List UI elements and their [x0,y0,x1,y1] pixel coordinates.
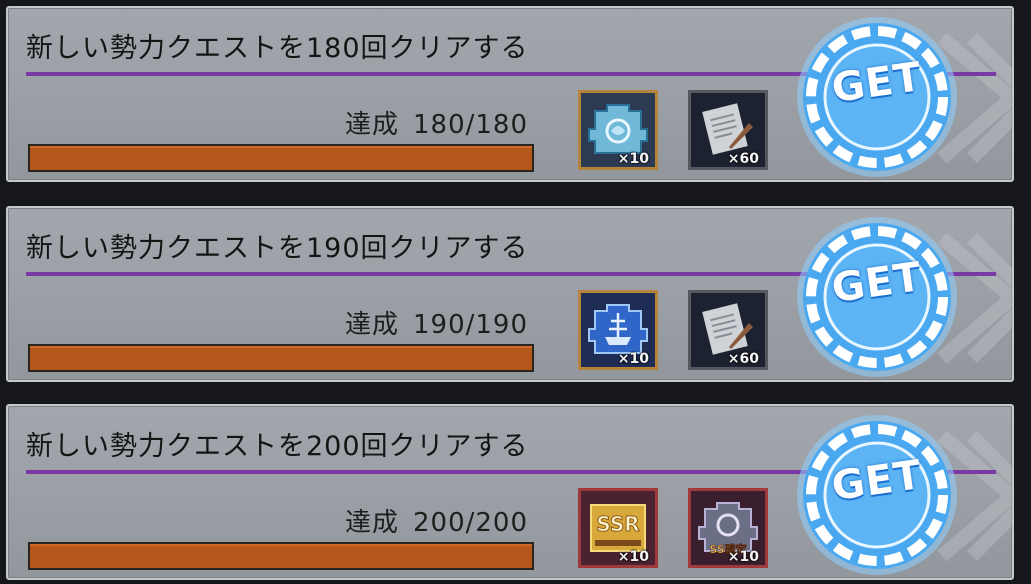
reward-quantity: ×10 [617,549,649,565]
get-reward-button[interactable]: GET [792,212,962,382]
get-reward-button[interactable]: GET [792,12,962,182]
progress-value: 190/190 [412,310,528,340]
progress-text: 達成 200/200 [345,502,528,539]
reward-quantity: ×10 [617,351,649,367]
ssr-badge-text: SSR [596,512,639,536]
reward-item[interactable]: ×10 [578,290,658,370]
reward-quantity: ×60 [727,351,759,367]
reward-item[interactable]: SS確定 ×10 [688,488,768,568]
progress-bar-fill [30,146,532,170]
progress-bar [28,542,534,570]
reward-item[interactable]: SSR ×10 [578,488,658,568]
reward-quantity: ×60 [727,151,759,167]
progress-value: 180/180 [412,110,528,140]
reward-item[interactable]: ×60 [688,290,768,370]
progress-text: 達成 180/180 [345,104,528,141]
get-reward-button[interactable]: GET [792,410,962,580]
quest-title: 新しい勢力クエストを190回クリアする [26,233,529,264]
reward-quantity: ×10 [617,151,649,167]
progress-label: 達成 [344,310,399,340]
progress-bar-fill [30,346,532,370]
quest-title: 新しい勢力クエストを180回クリアする [26,33,529,64]
progress-bar [28,344,534,372]
reward-quantity: ×10 [727,549,759,565]
reward-item[interactable]: ×10 [578,90,658,170]
reward-item[interactable]: ×60 [688,90,768,170]
progress-bar [28,144,534,172]
quest-list: 新しい勢力クエストを180回クリアする 達成 180/180 ×10 ×60 新… [0,0,1031,580]
progress-label: 達成 [344,110,399,140]
progress-value: 200/200 [412,508,528,538]
quest-title: 新しい勢力クエストを200回クリアする [26,431,529,462]
progress-text: 達成 190/190 [345,304,528,341]
progress-label: 達成 [344,508,399,538]
progress-bar-fill [30,544,532,568]
